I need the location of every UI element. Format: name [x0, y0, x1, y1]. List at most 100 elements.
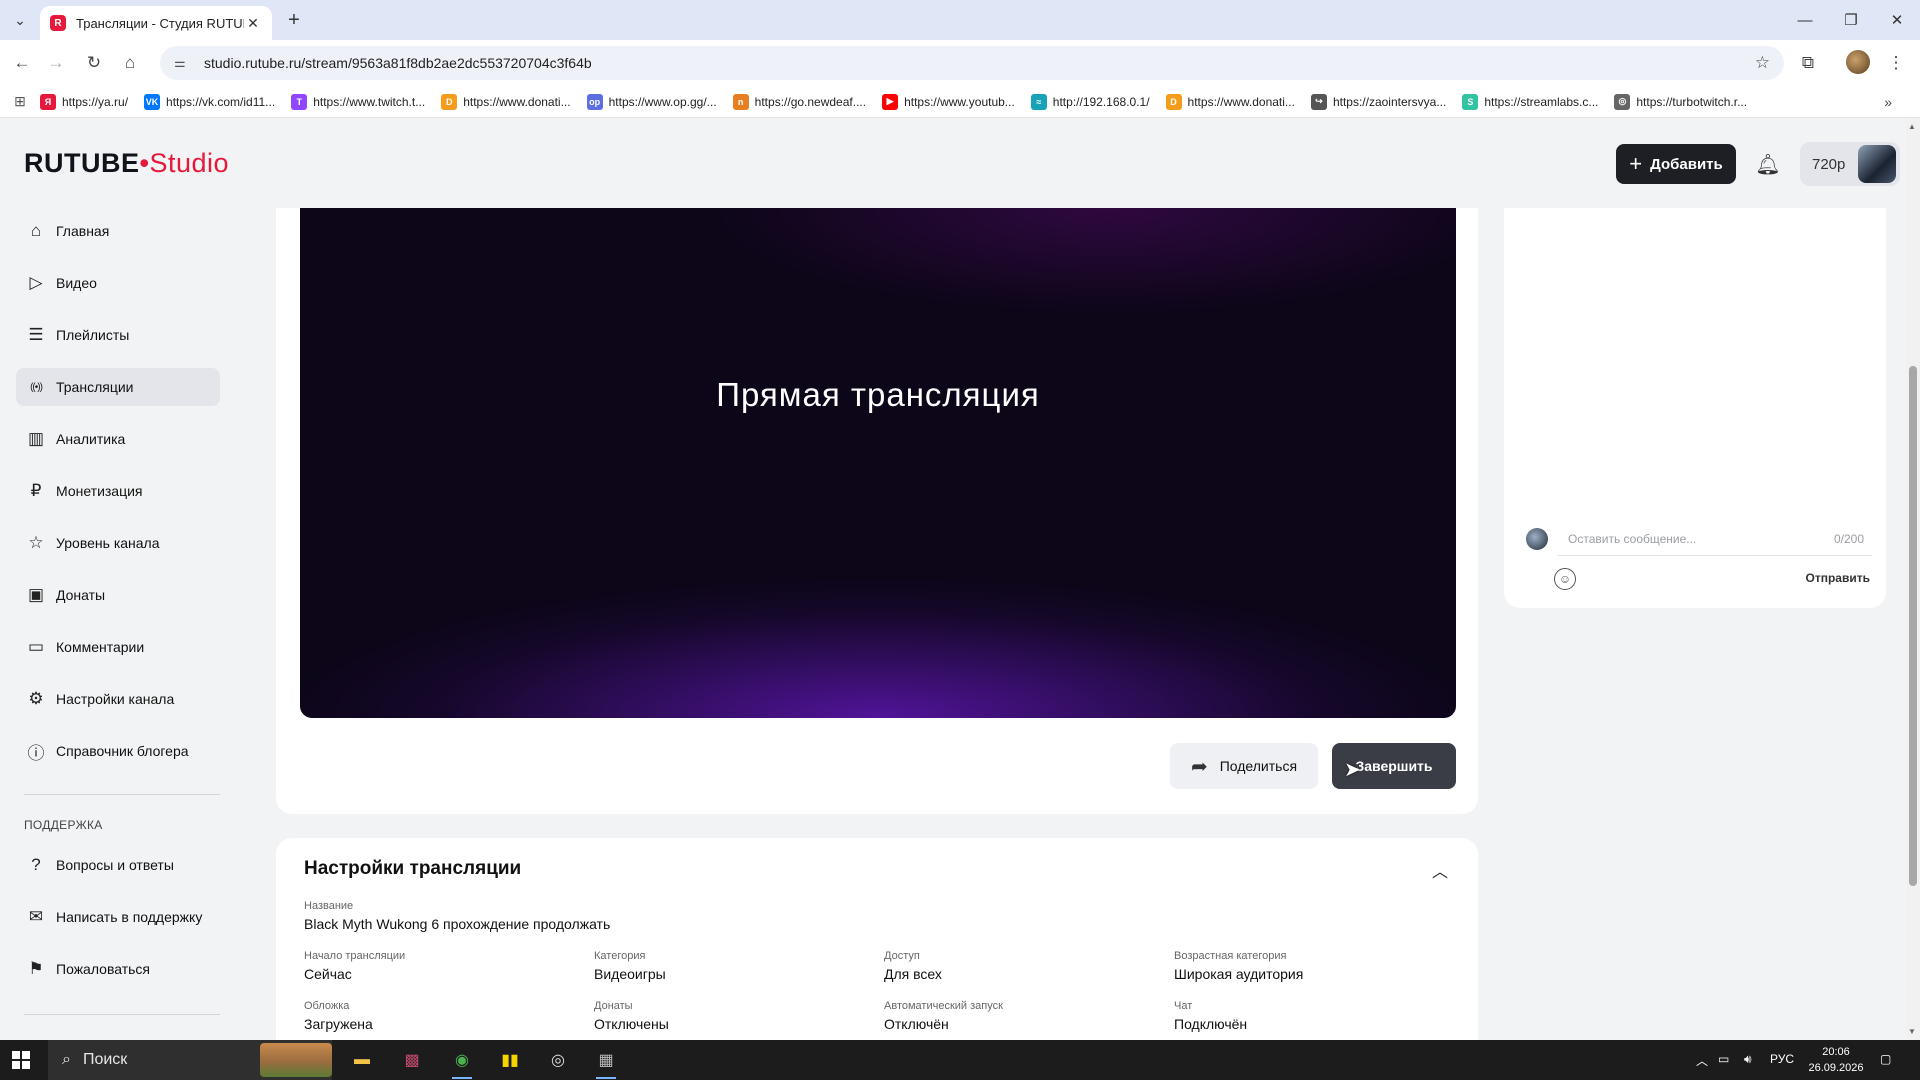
notifications-bell-icon[interactable]: 🔔︎	[1754, 150, 1782, 178]
browser-toolbar: ← → ↻ ⌂ ⚌ studio.rutube.ru/stream/9563a8…	[0, 40, 1920, 86]
bookmark-label: https://www.donati...	[1187, 94, 1295, 109]
emoji-icon[interactable]: ☺	[1554, 568, 1576, 590]
wallet-icon: ▣	[27, 585, 45, 604]
language-indicator[interactable]: РУС	[1770, 1052, 1794, 1066]
bookmark-favicon-icon: S	[1462, 93, 1479, 110]
video-icon: ▷	[29, 273, 43, 292]
sidebar-item-broadcast[interactable]: ((•)) Трансляции	[16, 368, 220, 406]
bookmark-item[interactable]: Thttps://www.twitch.t...	[291, 93, 425, 110]
page-scrollbar[interactable]: ▲ ▼	[1906, 118, 1920, 1040]
bookmark-favicon-icon: T	[291, 93, 308, 110]
browser-tab-strip: ⌄ R Трансляции - Студия RUTUBE ✕ + — ❐ ✕	[0, 0, 1920, 40]
sidebar-item-comment[interactable]: ▭ Комментарии	[16, 628, 220, 666]
bookmark-favicon-icon: Я	[40, 93, 56, 110]
stream-preview[interactable]: Прямая трансляция	[300, 208, 1456, 718]
chat-message-input[interactable]: Оставить сообщение... 0/200	[1558, 522, 1872, 556]
profile-menu[interactable]: 720p	[1800, 142, 1900, 186]
sidebar-item-playlist[interactable]: ☰ Плейлисты	[16, 316, 220, 354]
share-button[interactable]: ➦ Поделиться	[1170, 743, 1318, 789]
chat-user-avatar	[1526, 528, 1548, 550]
taskbar-search[interactable]: ⌕ Поиск	[48, 1040, 332, 1080]
bookmark-item[interactable]: ▶ https://www.youtub...	[882, 93, 1015, 110]
bookmark-label: https://go.newdeaf....	[754, 94, 867, 109]
sidebar-item-wallet[interactable]: ▣ Донаты	[16, 576, 220, 614]
chrome-icon[interactable]: ◉	[442, 1045, 482, 1079]
sidebar-item-gear[interactable]: ⚙ Настройки канала	[16, 680, 220, 718]
minimize-icon[interactable]: —	[1782, 6, 1828, 34]
settings-field: Категория Видеоигры	[594, 950, 666, 982]
bookmark-label: https://zaointersvya...	[1332, 94, 1447, 109]
browser-tab-active[interactable]: R Трансляции - Студия RUTUBE ✕	[40, 6, 272, 40]
file-explorer-icon[interactable]: ▬	[342, 1045, 382, 1075]
tray-expand-icon[interactable]: ︿	[1696, 1052, 1708, 1069]
taskbar-clock[interactable]: 20:06 26.09.2026	[1806, 1044, 1866, 1076]
site-settings-icon[interactable]: ⚌	[174, 55, 192, 71]
restore-icon[interactable]: ❐	[1828, 6, 1874, 34]
add-button[interactable]: + Добавить	[1616, 144, 1736, 184]
settings-field: Доступ Для всех	[884, 950, 942, 982]
bookmark-star-icon[interactable]: ☆	[1755, 53, 1770, 73]
bookmarks-overflow-icon[interactable]: »	[1884, 94, 1892, 110]
obs-icon[interactable]: ◎	[538, 1045, 578, 1075]
windows-start-icon[interactable]	[12, 1051, 30, 1069]
scroll-down-arrow-icon[interactable]: ▼	[1908, 1027, 1916, 1036]
bookmark-item[interactable]: Dhttps://www.donati...	[441, 93, 571, 110]
rutube-studio-logo[interactable]: RUTUBE•Studio	[24, 148, 229, 179]
bookmark-label: http://192.168.0.1/	[1052, 94, 1150, 109]
scrollbar-thumb[interactable]	[1909, 366, 1917, 886]
home-icon[interactable]: ⌂	[116, 49, 144, 77]
address-bar[interactable]: ⚌ studio.rutube.ru/stream/9563a81f8db2ae…	[160, 46, 1784, 80]
field-value: Видеоигры	[594, 966, 666, 982]
bookmark-item[interactable]: n https://go.newdeaf....	[732, 93, 867, 110]
send-button[interactable]: Отправить	[1806, 571, 1870, 585]
sidebar-item-star[interactable]: ☆ Уровень канала	[16, 524, 220, 562]
sidebar-item-label: Уровень канала	[56, 535, 160, 551]
streaming-app-icon[interactable]: ▮▮	[490, 1045, 530, 1075]
sidebar-item-info[interactable]: ⓘ Справочник блогера	[16, 732, 220, 770]
sidebar-item-flag[interactable]: ⚑ Пожаловаться	[16, 950, 220, 988]
window-close-icon[interactable]: ✕	[1874, 6, 1920, 34]
bookmark-item[interactable]: VK https://vk.com/id11...	[144, 93, 275, 110]
forward-icon[interactable]: →	[42, 49, 70, 77]
reload-icon[interactable]: ↻	[80, 49, 108, 77]
chat-char-counter: 0/200	[1833, 531, 1864, 546]
share-icon: ➦	[1190, 755, 1208, 778]
sidebar-item-mail[interactable]: ✉ Написать в поддержку	[16, 898, 220, 936]
volume-icon[interactable]: 🔊︎	[1744, 1052, 1752, 1067]
bookmark-item[interactable]: ◎ https://turbotwitch.r...	[1614, 93, 1747, 110]
collapse-chevron-up-icon[interactable]: ︿	[1432, 858, 1448, 882]
notification-center-icon[interactable]: ▢	[1880, 1052, 1891, 1066]
bookmark-item[interactable]: Shttps://streamlabs.c...	[1462, 93, 1598, 110]
sidebar-item-home[interactable]: ⌂ Главная	[16, 212, 220, 250]
search-highlight-image	[260, 1043, 332, 1077]
sidebar-item-video[interactable]: ▷ Видео	[16, 264, 220, 302]
bookmark-item[interactable]: op https://www.op.gg/...	[586, 93, 717, 110]
bookmark-item[interactable]: ↪ https://zaointersvya...	[1310, 93, 1447, 110]
bookmark-item[interactable]: Яhttps://ya.ru/	[40, 93, 128, 110]
extensions-icon[interactable]: ⧉	[1794, 49, 1822, 77]
stream-settings-card: Настройки трансляции ︿ Название Black My…	[276, 838, 1478, 1040]
field-value: Загружена	[304, 1016, 373, 1032]
analytics-icon: ▥	[27, 429, 45, 448]
browser-profile-avatar[interactable]	[1846, 50, 1870, 74]
scroll-up-arrow-icon[interactable]: ▲	[1908, 122, 1916, 131]
sidebar-item-analytics[interactable]: ▥ Аналитика	[16, 420, 220, 458]
taskbar-search-label: Поиск	[82, 1051, 128, 1068]
browser-menu-icon[interactable]: ⋮	[1882, 49, 1910, 77]
bookmark-item[interactable]: Dhttps://www.donati...	[1165, 93, 1295, 110]
bookmark-favicon-icon: ▶	[882, 93, 899, 110]
tab-close-icon[interactable]: ✕	[244, 15, 262, 32]
wukong-game-icon[interactable]: ▦	[586, 1045, 626, 1079]
game-app-icon[interactable]: ▩	[392, 1045, 432, 1075]
sidebar-item-question[interactable]: ? Вопросы и ответы	[16, 846, 220, 884]
tab-search-icon[interactable]: ⌄	[6, 8, 34, 32]
back-icon[interactable]: ←	[8, 49, 36, 77]
field-label: Категория	[594, 950, 646, 962]
apps-grid-icon[interactable]: ⊞	[0, 93, 40, 110]
new-tab-icon[interactable]: +	[282, 8, 306, 32]
plus-icon: +	[1629, 151, 1643, 176]
bookmark-item[interactable]: ≈ http://192.168.0.1/	[1030, 93, 1150, 110]
sidebar-item-label: Видео	[56, 275, 97, 291]
sidebar-item-monetization[interactable]: ₽ Монетизация	[16, 472, 220, 510]
network-icon[interactable]: ▭	[1718, 1052, 1729, 1066]
